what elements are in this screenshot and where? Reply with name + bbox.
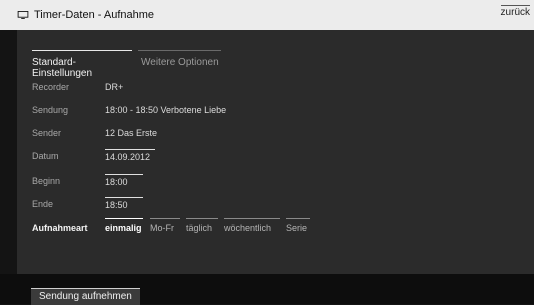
ende-label: Ende [32, 199, 54, 209]
option-serie[interactable]: Serie [286, 218, 310, 233]
aufnahmeart-label: Aufnahmeart [32, 223, 88, 233]
title-bar: Timer-Daten - Aufnahme zurück [0, 0, 534, 30]
ende-field[interactable]: 18:50 [105, 197, 143, 210]
tv-icon [17, 11, 29, 19]
datum-field[interactable]: 14.09.2012 [105, 149, 155, 162]
option-einmalig[interactable]: einmalig [105, 218, 143, 233]
page-title: Timer-Daten - Aufnahme [34, 9, 155, 21]
back-button[interactable]: zurück [500, 5, 530, 18]
option-taeglich[interactable]: täglich [186, 218, 218, 233]
option-mo-fr[interactable]: Mo-Fr [150, 218, 180, 233]
tab-weitere-optionen[interactable]: Weitere Optionen [138, 50, 221, 68]
beginn-field[interactable]: 18:00 [105, 174, 143, 187]
recorder-label: Recorder [32, 82, 70, 92]
sender-value[interactable]: 12 Das Erste [105, 128, 157, 138]
beginn-label: Beginn [32, 176, 61, 186]
datum-label: Datum [32, 151, 59, 161]
sendung-value[interactable]: 18:00 - 18:50 Verbotene Liebe [105, 105, 226, 115]
sender-label: Sender [32, 128, 62, 138]
settings-panel: Standard-Einstellungen Weitere Optionen … [17, 30, 534, 274]
option-woechentlich[interactable]: wöchentlich [224, 218, 280, 233]
tab-standard-einstellungen[interactable]: Standard-Einstellungen [32, 50, 132, 79]
sendung-label: Sendung [32, 105, 69, 115]
record-button[interactable]: Sendung aufnehmen [31, 288, 140, 305]
recorder-value[interactable]: DR+ [105, 82, 123, 92]
